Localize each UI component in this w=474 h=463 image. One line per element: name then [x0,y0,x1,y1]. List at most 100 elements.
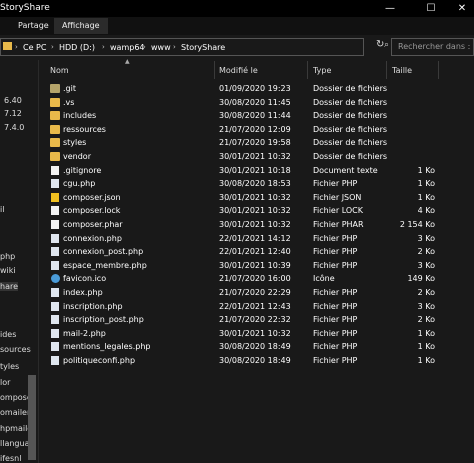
file-type: Document texte [313,165,378,175]
maximize-button[interactable]: ☐ [419,0,443,17]
folder-icon [50,97,60,107]
php-file-icon [51,356,59,365]
breadcrumb-www[interactable]: www [151,43,171,52]
column-divider[interactable] [307,61,308,79]
file-row[interactable]: favicon.ico 21/07/2020 16:00 Icône 149 Ko [47,272,437,285]
column-divider[interactable] [214,61,215,79]
nav-item[interactable]: php [0,252,15,261]
file-name: espace_membre.php [63,260,147,270]
nav-item[interactable]: ifesnl [0,454,21,463]
file-name: .vs [63,97,75,107]
nav-item[interactable]: sources [0,345,31,354]
file-name: includes [63,111,97,121]
file-name: favicon.ico [63,274,107,284]
file-date: 21/07/2020 12:09 [219,124,291,134]
file-row[interactable]: connexion_post.php 22/01/2021 12:40 Fichie… [47,245,437,258]
nav-scrollbar[interactable] [28,375,36,460]
navigation-pane: 6.40 7.12 7.4.0 il php wiki hare ides so… [0,60,38,463]
file-name: composer.phar [63,220,123,229]
close-button[interactable]: ✕ [450,0,474,17]
file-row[interactable]: composer.json 30/01/2021 10:32 Fichier JSO… [47,191,437,204]
nav-item[interactable]: tyles [0,362,19,371]
address-bar[interactable]: › Ce PC › HDD (D:) › wamp64 › www › Stor… [0,38,364,56]
chevron-right-icon: › [51,43,54,51]
text-file-icon [51,165,59,175]
nav-item[interactable]: lor [0,378,10,387]
nav-item[interactable]: ides [0,330,16,339]
chevron-right-icon: › [143,43,146,51]
file-row[interactable]: styles 21/07/2020 19:58 Dossier de fichier… [47,136,437,149]
file-row[interactable]: espace_membre.php 30/01/2021 10:39 Fichier… [47,259,437,272]
nav-item[interactable]: 6.40 [4,96,22,105]
file-row[interactable]: mentions_legales.php 30/08/2020 18:49 Fich… [47,340,437,353]
file-row[interactable]: inscription_post.php 21/07/2020 22:32 Fich… [47,313,437,326]
file-name: connexion_post.php [63,247,144,257]
file-size: 1 Ko [417,179,435,189]
maximize-icon: ☐ [426,3,436,14]
file-name: styles [63,138,87,148]
file-type: Fichier PHP [313,342,358,352]
file-name: inscription_post.php [63,315,144,325]
file-name: politiqueconfi.php [63,356,136,365]
tab-affichage[interactable]: Affichage [54,18,108,34]
file-row[interactable]: composer.phar 30/01/2021 10:32 Fichier PHA… [47,218,437,231]
php-file-icon [51,179,59,189]
nav-item-selected[interactable]: hare [0,282,19,291]
file-name: cgu.php [63,179,96,189]
file-date: 30/08/2020 11:44 [219,111,291,121]
sort-caret-icon: ▲ [125,58,130,65]
chevron-right-icon: › [102,43,105,51]
column-divider[interactable] [438,61,439,79]
file-size: 1 Ko [417,328,435,338]
nav-item[interactable]: 7.4.0 [4,123,24,132]
file-row[interactable]: connexion.php 22/01/2021 14:12 Fichier PHP… [47,232,437,245]
file-name: .git [63,84,76,93]
breadcrumb-wamp64[interactable]: wamp64 [110,43,145,52]
file-icon [51,220,59,229]
breadcrumb-hdd[interactable]: HDD (D:) [59,43,95,52]
file-date: 30/01/2021 10:18 [219,165,291,175]
column-divider[interactable] [386,61,387,79]
breadcrumb-storyshare[interactable]: StoryShare [181,43,225,52]
file-date: 22/01/2021 12:40 [219,247,291,257]
file-row[interactable]: politiqueconfi.php 30/08/2020 18:49 Fichie… [47,354,437,367]
php-file-icon [51,288,59,297]
tab-partage[interactable]: Partage [10,18,57,34]
nav-item[interactable]: omailer [0,408,30,417]
file-row[interactable]: ressources 21/07/2020 12:09 Dossier de fic… [47,123,437,136]
file-name: composer.json [63,192,121,202]
file-type: Fichier PHP [313,288,358,297]
file-row[interactable]: .git 01/09/2020 19:23 Dossier de fichiers [47,82,437,95]
file-row[interactable]: cgu.php 30/08/2020 18:53 Fichier PHP 1 Ko [47,177,437,190]
file-size: 2 Ko [417,247,435,257]
title-bar: StoryShare — ☐ ✕ [0,0,474,17]
file-row[interactable]: vendor 30/01/2021 10:32 Dossier de fichier… [47,150,437,163]
nav-item[interactable]: il [0,205,4,214]
file-type: Fichier PHP [313,179,358,189]
file-row[interactable]: inscription.php 22/01/2021 12:43 Fichier P… [47,300,437,313]
folder-icon [50,124,60,134]
file-name: composer.lock [63,206,121,216]
file-row[interactable]: mail-2.php 30/01/2021 10:32 Fichier PHP 1 K… [47,327,437,340]
pane-divider[interactable] [38,60,39,463]
file-row[interactable]: index.php 21/07/2020 22:29 Fichier PHP 2 Ko [47,286,437,299]
file-name: index.php [63,288,103,297]
vertical-scrollbar[interactable] [462,61,472,463]
file-row[interactable]: .vs 30/08/2020 11:45 Dossier de fichiers [47,96,437,109]
file-row[interactable]: .gitignore 30/01/2021 10:18 Document texte… [47,164,437,177]
nav-item[interactable]: wiki [0,266,16,275]
file-size: 149 Ko [407,274,435,284]
file-type: Dossier de fichiers [313,84,388,93]
file-size: 3 Ko [417,233,435,243]
file-size: 3 Ko [417,301,435,311]
file-icon [51,206,59,216]
file-row[interactable]: includes 30/08/2020 11:44 Dossier de fichi… [47,109,437,122]
file-row[interactable]: composer.lock 30/01/2021 10:32 Fichier LOC… [47,204,437,217]
nav-item[interactable]: 7.12 [4,109,22,118]
file-type: Fichier PHP [313,260,358,270]
minimize-button[interactable]: — [378,0,402,17]
file-date: 01/09/2020 19:23 [219,84,291,93]
folder-git-icon [50,84,60,93]
ribbon: Partage Affichage [0,17,474,35]
breadcrumb-ce-pc[interactable]: Ce PC [23,43,46,52]
